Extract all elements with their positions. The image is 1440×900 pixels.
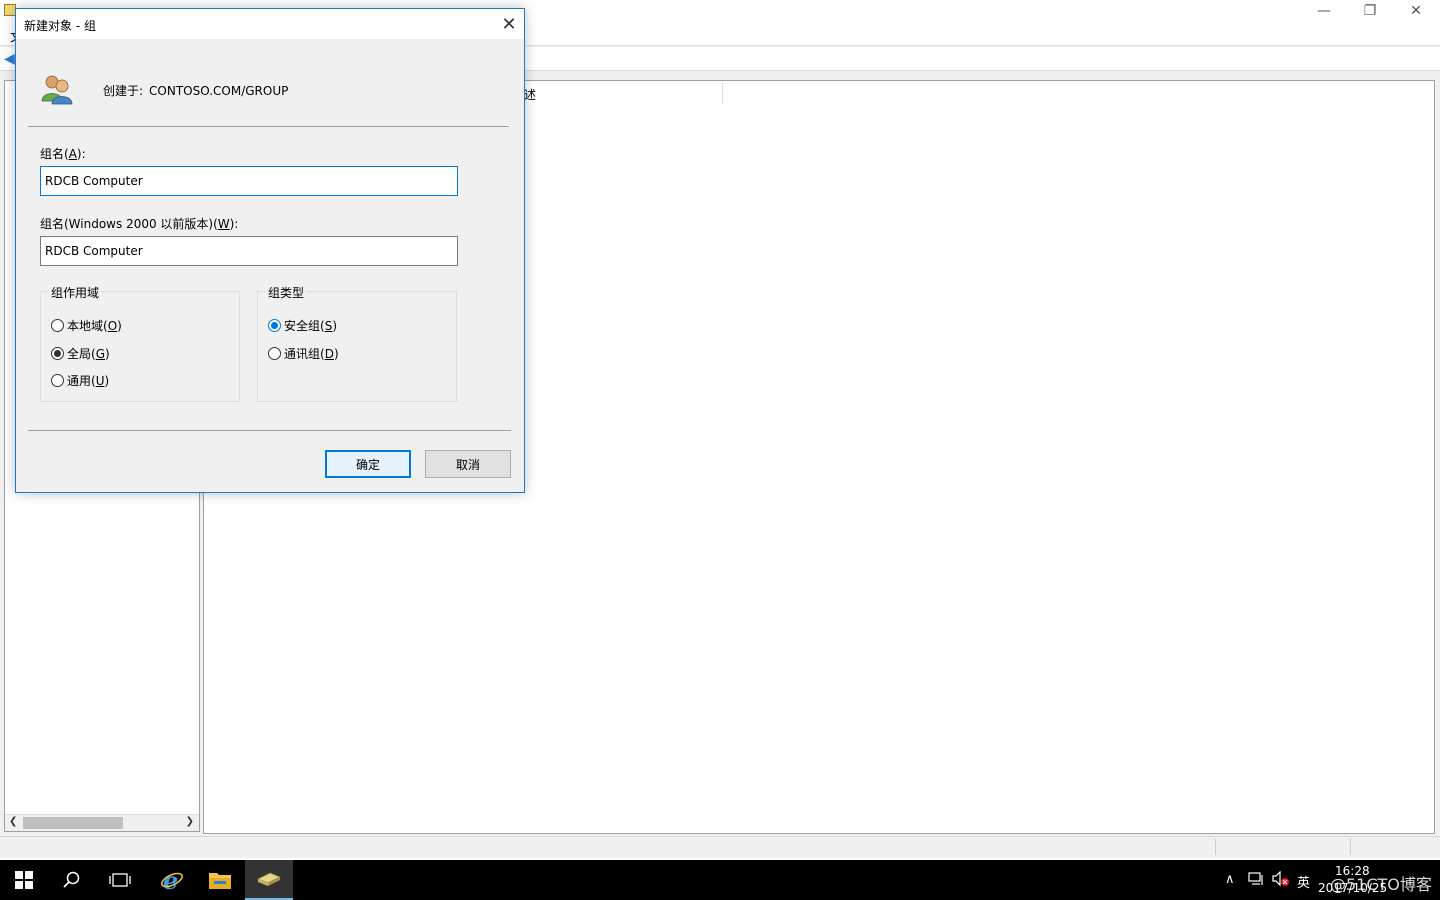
dialog-titlebar: 新建对象 - 组 ✕ (16, 9, 524, 39)
tray-chevron-up-icon[interactable]: ∧ (1225, 872, 1235, 887)
ime-indicator[interactable]: 英 (1297, 872, 1310, 891)
taskbar: e ∧ 英 16:28 2017/10/25 @51CTO博客 (0, 860, 1440, 900)
created-in-label: 创建于: (103, 84, 144, 98)
status-bar (0, 836, 1440, 856)
radio-icon[interactable] (51, 374, 64, 387)
status-divider (1350, 839, 1351, 855)
close-window-icon[interactable]: ✕ (1393, 0, 1439, 22)
group-name-pre2000-label: 组名(Windows 2000 以前版本)(W): (40, 217, 239, 231)
minimize-icon[interactable]: — (1301, 0, 1347, 22)
horizontal-scrollbar[interactable]: ❮ ❯ (5, 814, 199, 831)
separator (28, 430, 511, 431)
task-view-icon (109, 873, 131, 887)
close-icon[interactable]: ✕ (492, 9, 526, 39)
group-scope-box: 组作用域 本地域(O) 全局(G) 通用(U) (40, 284, 240, 402)
dialog-title: 新建对象 - 组 (24, 19, 96, 33)
created-in-row: 创建于: CONTOSO.COM/GROUP (103, 82, 288, 99)
radio-universal[interactable]: 通用(U) (51, 372, 109, 389)
radio-distribution[interactable]: 通讯组(D) (268, 345, 339, 362)
start-button[interactable] (0, 860, 48, 900)
radio-checked-icon[interactable] (268, 319, 281, 332)
radio-label: 全局(G) (67, 347, 110, 361)
group-scope-legend: 组作用域 (49, 284, 102, 301)
folder-icon (209, 873, 231, 889)
svg-text:e: e (163, 868, 178, 892)
created-in-path: CONTOSO.COM/GROUP (149, 84, 289, 98)
back-arrow-icon[interactable]: ◀ (4, 51, 15, 67)
restore-icon[interactable]: ❐ (1347, 0, 1393, 22)
new-group-dialog: 新建对象 - 组 ✕ 创建于: CONTOSO.COM/GROUP 组名(A): … (15, 8, 525, 493)
radio-security[interactable]: 安全组(S) (268, 317, 337, 334)
windows-logo-icon (15, 871, 33, 889)
taskbar-ie[interactable]: e (148, 860, 196, 900)
radio-label: 本地域(O) (67, 319, 122, 333)
scroll-right-icon[interactable]: ❯ (186, 816, 194, 827)
group-users-icon (41, 75, 73, 105)
network-icon[interactable] (1248, 872, 1264, 886)
group-name-input[interactable] (40, 166, 458, 196)
cancel-button[interactable]: 取消 (425, 450, 511, 478)
separator (28, 126, 509, 127)
radio-global[interactable]: 全局(G) (51, 345, 110, 362)
internet-explorer-icon: e (161, 868, 183, 892)
ad-console-icon (257, 872, 281, 886)
radio-icon[interactable] (51, 319, 64, 332)
group-type-legend: 组类型 (266, 284, 307, 301)
search-icon (63, 871, 80, 888)
group-name-label: 组名(A): (40, 147, 86, 161)
group-name-pre2000-input[interactable] (40, 236, 458, 266)
ok-button[interactable]: 确定 (325, 450, 411, 478)
radio-domain-local[interactable]: 本地域(O) (51, 317, 122, 334)
status-divider (1215, 839, 1216, 855)
radio-label: 通讯组(D) (284, 347, 339, 361)
radio-label: 通用(U) (67, 374, 110, 388)
watermark-text: @51CTO博客 (1330, 875, 1432, 894)
scroll-left-icon[interactable]: ❮ (9, 816, 17, 827)
group-type-box: 组类型 安全组(S) 通讯组(D) (257, 284, 457, 402)
radio-icon[interactable] (268, 347, 281, 360)
column-header-description[interactable]: 述 (524, 86, 536, 103)
taskbar-ad-users[interactable] (245, 860, 293, 900)
search-button[interactable] (48, 860, 96, 900)
column-divider[interactable] (722, 83, 723, 105)
task-view-button[interactable] (96, 860, 144, 900)
scroll-thumb[interactable] (23, 817, 123, 829)
taskbar-explorer[interactable] (196, 860, 244, 900)
radio-checked-icon[interactable] (51, 347, 64, 360)
radio-label: 安全组(S) (284, 319, 337, 333)
volume-muted-icon[interactable] (1272, 871, 1290, 887)
